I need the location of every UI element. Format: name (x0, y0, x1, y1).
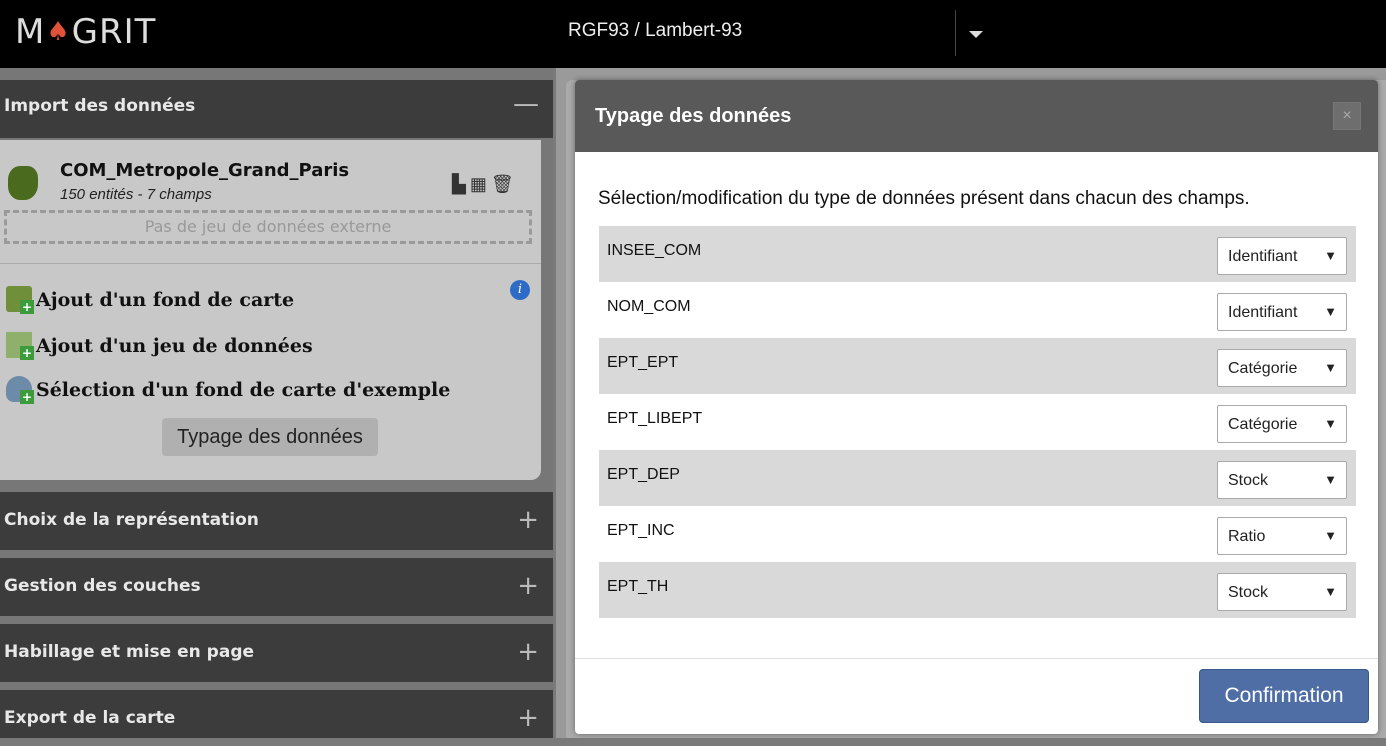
divider (955, 10, 956, 56)
sample-basemap-action[interactable]: + Sélection d'un fond de carte d'exemple (6, 376, 451, 404)
section-representation[interactable]: Choix de la représentation + (0, 492, 553, 550)
field-row: EPT_INC Ratio ▼ (599, 506, 1356, 562)
field-row: NOM_COM Identifiant ▼ (599, 282, 1356, 338)
field-row: EPT_TH Stock ▼ (599, 562, 1356, 618)
field-type-select[interactable]: Identifiant ▼ (1217, 237, 1347, 275)
table-icon[interactable]: ▦ (470, 174, 491, 194)
section-import[interactable]: Import des données — (0, 80, 553, 138)
dropdown-arrow-icon: ▼ (1324, 472, 1337, 487)
action-label: Ajout d'un fond de carte (36, 289, 295, 311)
field-type-select[interactable]: Stock ▼ (1217, 573, 1347, 611)
dropdown-arrow-icon: ▼ (1324, 304, 1337, 319)
select-value: Catégorie (1228, 360, 1298, 377)
layer-name: COM_Metropole_Grand_Paris (60, 160, 350, 181)
app-logo: M♠GRIT (15, 12, 157, 52)
add-map-icon: + (6, 286, 34, 314)
section-title: Habillage et mise en page (4, 642, 255, 662)
action-label: Sélection d'un fond de carte d'exemple (36, 379, 451, 401)
typage-modal: Typage des données × Sélection/modificat… (575, 80, 1378, 734)
divider (575, 658, 1378, 659)
top-bar: M♠GRIT RGF93 / Lambert-93 (0, 0, 1386, 68)
field-name: EPT_LIBEPT (607, 410, 703, 427)
layer-tools: ▙▦🗑 (452, 174, 518, 195)
info-icon[interactable]: i (510, 280, 530, 300)
field-row: EPT_DEP Stock ▼ (599, 450, 1356, 506)
select-value: Identifiant (1228, 304, 1298, 321)
select-value: Catégorie (1228, 416, 1298, 433)
file-icon[interactable]: ▙ (452, 174, 470, 194)
layer-info: 150 entités - 7 champs (60, 186, 212, 203)
field-row: EPT_LIBEPT Catégorie ▼ (599, 394, 1356, 450)
modal-title: Typage des données (595, 105, 792, 127)
section-title: Export de la carte (4, 708, 176, 728)
add-table-icon: + (6, 332, 34, 360)
section-export[interactable]: Export de la carte + (0, 690, 553, 738)
dropdown-arrow-icon: ▼ (1324, 248, 1337, 263)
modal-header: Typage des données × (575, 80, 1378, 152)
expand-icon[interactable]: + (517, 492, 539, 548)
cloud-icon: + (6, 376, 34, 404)
field-type-select[interactable]: Identifiant ▼ (1217, 293, 1347, 331)
chevron-down-icon[interactable] (969, 31, 983, 38)
field-name: EPT_DEP (607, 466, 680, 483)
field-name: EPT_EPT (607, 354, 679, 371)
typage-button[interactable]: Typage des données (162, 418, 378, 456)
select-value: Stock (1228, 472, 1269, 489)
import-panel: COM_Metropole_Grand_Paris 150 entités - … (0, 140, 541, 480)
layer-icon (8, 166, 38, 200)
trash-icon[interactable]: 🗑 (491, 174, 518, 194)
field-name: INSEE_COM (607, 242, 702, 259)
external-dataset-box: Pas de jeu de données externe (4, 210, 532, 244)
dropdown-arrow-icon: ▼ (1324, 584, 1337, 599)
select-value: Identifiant (1228, 248, 1298, 265)
section-layout[interactable]: Habillage et mise en page + (0, 624, 553, 682)
field-type-select[interactable]: Stock ▼ (1217, 461, 1347, 499)
dropdown-arrow-icon: ▼ (1324, 360, 1337, 375)
dropdown-arrow-icon: ▼ (1324, 528, 1337, 543)
action-label: Ajout d'un jeu de données (36, 335, 313, 357)
field-type-select[interactable]: Ratio ▼ (1217, 517, 1347, 555)
expand-icon[interactable]: + (517, 624, 539, 680)
field-name: EPT_INC (607, 522, 675, 539)
select-value: Ratio (1228, 528, 1266, 545)
field-name: EPT_TH (607, 578, 669, 595)
add-dataset-action[interactable]: + Ajout d'un jeu de données (6, 332, 313, 360)
section-title: Import des données (4, 96, 196, 116)
field-name: NOM_COM (607, 298, 691, 315)
field-type-select[interactable]: Catégorie ▼ (1217, 405, 1347, 443)
select-value: Stock (1228, 584, 1269, 601)
field-type-select[interactable]: Catégorie ▼ (1217, 349, 1347, 387)
section-title: Choix de la représentation (4, 510, 259, 530)
field-row: EPT_EPT Catégorie ▼ (599, 338, 1356, 394)
dropdown-arrow-icon: ▼ (1324, 416, 1337, 431)
divider (0, 263, 541, 264)
add-basemap-action[interactable]: + Ajout d'un fond de carte (6, 286, 295, 314)
field-row: INSEE_COM Identifiant ▼ (599, 226, 1356, 282)
collapse-icon[interactable]: — (513, 78, 539, 130)
expand-icon[interactable]: + (517, 558, 539, 614)
section-layers[interactable]: Gestion des couches + (0, 558, 553, 616)
confirm-button[interactable]: Confirmation (1199, 669, 1369, 723)
modal-description: Sélection/modification du type de donnée… (598, 188, 1250, 209)
close-icon[interactable]: × (1333, 102, 1361, 130)
section-title: Gestion des couches (4, 576, 201, 596)
projection-select[interactable]: RGF93 / Lambert-93 (568, 20, 742, 42)
